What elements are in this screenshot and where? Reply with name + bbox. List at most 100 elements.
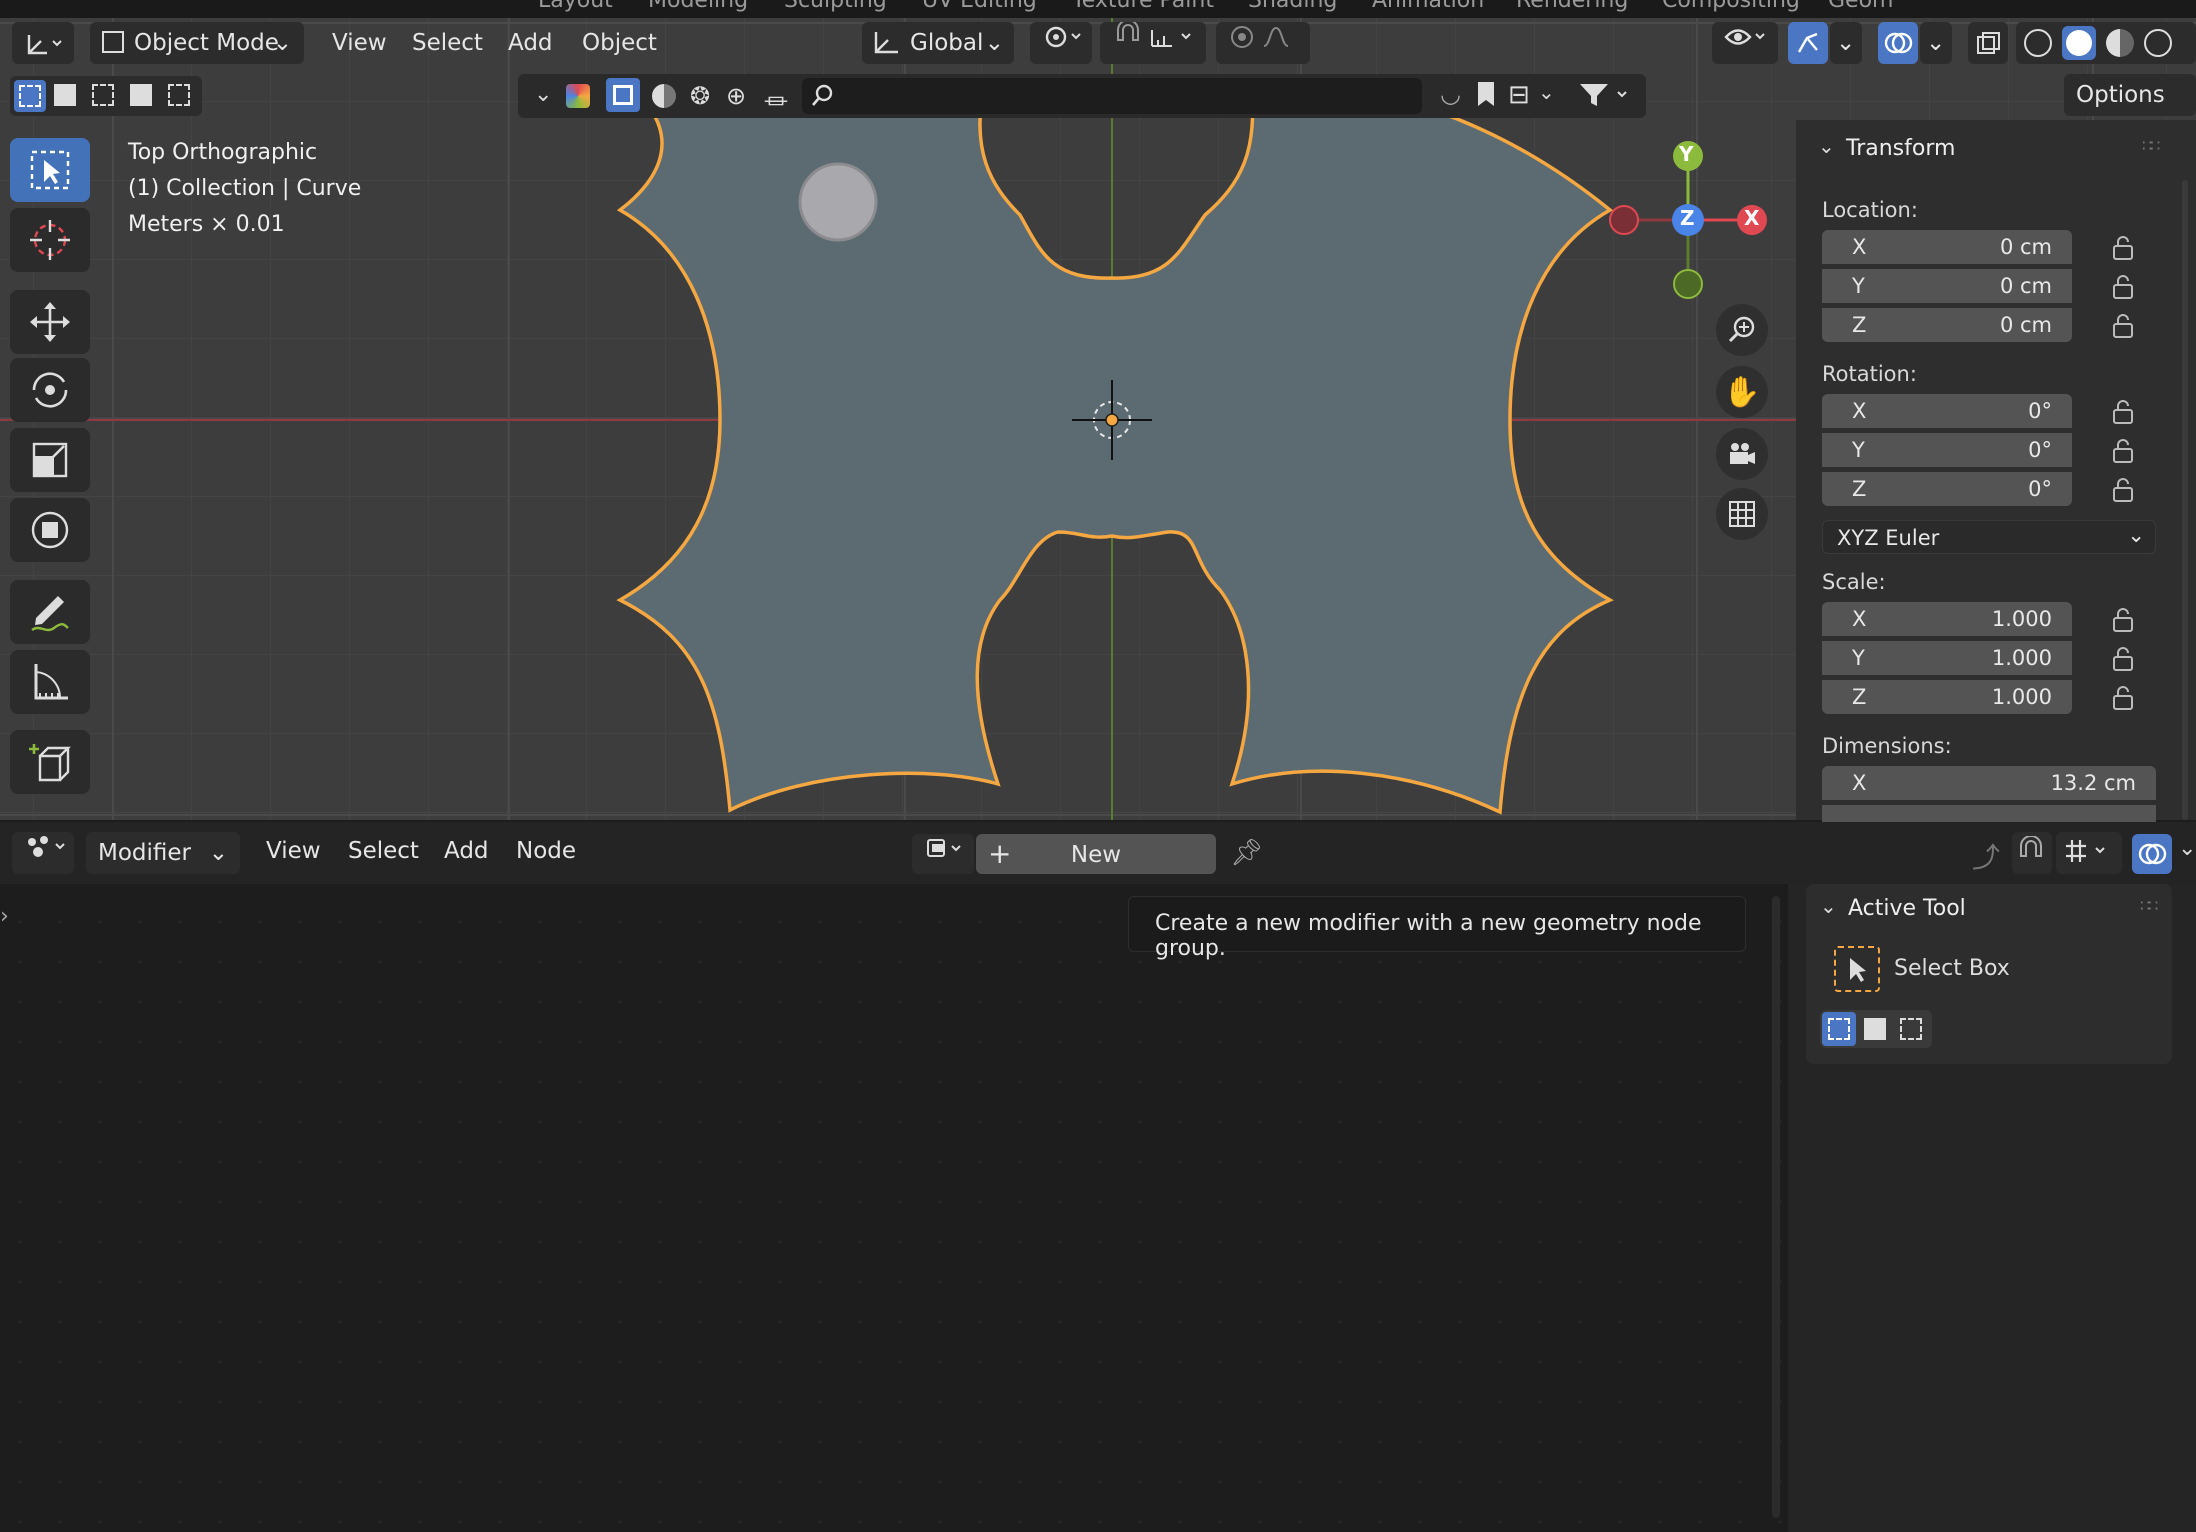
mode-new-selection[interactable] [1822,1012,1856,1046]
tool-transform[interactable] [10,498,90,562]
tool-add-cube[interactable] [10,730,90,794]
tool-move[interactable] [10,290,90,354]
select-box-tool-icon[interactable] [1834,946,1880,992]
menu-view[interactable]: View [332,22,387,64]
drag-handle-icon[interactable]: ∷∷ [2142,136,2160,155]
location-z-field[interactable]: Z 0 cm [1822,308,2072,342]
lock-icon[interactable] [2108,273,2136,301]
pan-hand-button[interactable]: ✋ [1716,366,1768,418]
active-tool-title[interactable]: Active Tool [1848,896,1966,921]
tab-layout[interactable]: Layout [538,0,613,13]
tab-texture-paint[interactable]: Texture Paint [1072,0,1214,13]
tab-sculpting[interactable]: Sculpting [784,0,887,13]
material-shading-icon[interactable] [2106,29,2134,57]
tool-cursor[interactable] [10,208,90,272]
tab-rendering[interactable]: Rendering [1516,0,1628,13]
visibility-dropdown[interactable] [1712,22,1778,64]
overlays-dropdown[interactable]: ⌄ [1920,22,1952,64]
object-filter-toggle[interactable] [606,78,640,112]
drag-handle-icon[interactable]: ∷∷ [2140,896,2158,915]
overlays-toggle[interactable] [1878,22,1918,64]
brush-filter-icon[interactable]: ⏛ [764,82,788,117]
menu-select[interactable]: Select [348,838,419,864]
mode-extend-selection[interactable] [1864,1018,1886,1040]
mode-extend-selection[interactable] [54,84,76,106]
tool-measure[interactable] [10,650,90,714]
color-wheel-icon[interactable] [566,84,590,108]
lock-icon[interactable] [2108,684,2136,712]
tab-uv-editing[interactable]: UV Editing [922,0,1037,13]
lock-icon[interactable] [2108,398,2136,426]
scale-z-field[interactable]: Z 1.000 [1822,680,2072,714]
node-editor-type-button[interactable] [12,832,74,874]
tab-modeling[interactable]: Modeling [648,0,748,13]
gizmo-toggle[interactable] [1788,22,1828,64]
curve-filter-icon[interactable]: ◡ [1440,80,1461,108]
rendered-shading-icon[interactable] [2144,29,2172,57]
lock-icon[interactable] [2108,234,2136,262]
menu-object[interactable]: Object [582,22,657,64]
menu-add[interactable]: Add [508,22,553,64]
lock-icon[interactable] [2108,312,2136,340]
tool-annotate[interactable] [10,580,90,644]
scale-y-field[interactable]: Y 1.000 [1822,641,2072,675]
tab-shading[interactable]: Shading [1248,0,1337,13]
search-input[interactable] [802,78,1422,114]
node-overlays-toggle[interactable] [2132,834,2172,874]
ortho-toggle-button[interactable] [1716,488,1768,540]
solid-shading-button[interactable] [2062,26,2096,60]
camera-view-button[interactable] [1716,428,1768,480]
modifier-context-dropdown[interactable]: Modifier ⌄ [86,832,240,874]
parent-node-tree-icon[interactable]: ⤴ [1972,836,2000,876]
mode-subtract-selection[interactable] [1900,1018,1922,1040]
rotation-x-field[interactable]: X 0° [1822,394,2072,428]
mode-invert-selection[interactable] [130,84,152,106]
gizmo-dropdown[interactable]: ⌄ [1830,22,1862,64]
tab-compositing[interactable]: Compositing [1662,0,1800,13]
panel-scrollbar[interactable] [2182,180,2188,820]
sort-icon[interactable]: ⊟ [1508,80,1530,110]
snap-mode-dropdown[interactable] [2056,832,2122,874]
menu-view[interactable]: View [266,838,321,864]
rotation-y-field[interactable]: Y 0° [1822,433,2072,467]
dimensions-x-field[interactable]: X 13.2 cm [1822,766,2156,800]
mode-intersect-selection[interactable] [168,84,190,106]
location-x-field[interactable]: X 0 cm [1822,230,2072,264]
particles-filter-icon[interactable]: ❂ [690,82,710,110]
menu-select[interactable]: Select [412,22,483,64]
options-dropdown[interactable]: Options [2064,74,2196,116]
menu-add[interactable]: Add [444,838,489,864]
world-filter-icon[interactable]: ⊕ [726,82,746,110]
tool-rotate[interactable] [10,358,90,422]
tab-animation[interactable]: Animation [1372,0,1484,13]
pin-icon[interactable]: 📌︎ [1230,838,1263,868]
lock-icon[interactable] [2108,437,2136,465]
tool-scale[interactable] [10,428,90,492]
chevron-down-icon[interactable]: ⌄ [1818,134,1835,158]
wireframe-shading-icon[interactable] [2024,29,2052,57]
pivot-point-dropdown[interactable] [1030,22,1092,64]
tab-geometry-nodes[interactable]: Geom [1828,0,1893,13]
scale-x-field[interactable]: X 1.000 [1822,602,2072,636]
lock-icon[interactable] [2108,645,2136,673]
transform-panel-title[interactable]: Transform [1846,136,1955,161]
proportional-editing[interactable] [1216,22,1310,64]
node-editor-scrollbar[interactable] [1772,896,1780,1518]
mode-subtract-selection[interactable] [92,84,114,106]
mode-new-selection[interactable] [14,80,46,112]
snapping-controls[interactable] [1100,19,1206,64]
node-group-browse[interactable] [912,834,974,874]
chevron-down-icon[interactable]: ⌄ [1820,894,1837,918]
chevron-down-icon[interactable]: ⌄ [534,82,552,107]
chevron-down-icon[interactable]: ⌄ [1538,80,1555,104]
lock-icon[interactable] [2108,476,2136,504]
lock-icon[interactable] [2108,606,2136,634]
tool-select-box[interactable] [10,138,90,202]
rotation-mode-dropdown[interactable]: XYZ Euler ⌄ [1822,520,2156,554]
chevron-down-icon[interactable]: ⌄ [2178,836,2196,861]
editor-type-button[interactable] [12,22,74,64]
filter-funnel-icon[interactable] [1578,80,1634,110]
rotation-z-field[interactable]: Z 0° [1822,472,2072,506]
shading-modes[interactable] [2016,22,2196,64]
new-node-group-button[interactable]: + New [976,834,1216,874]
